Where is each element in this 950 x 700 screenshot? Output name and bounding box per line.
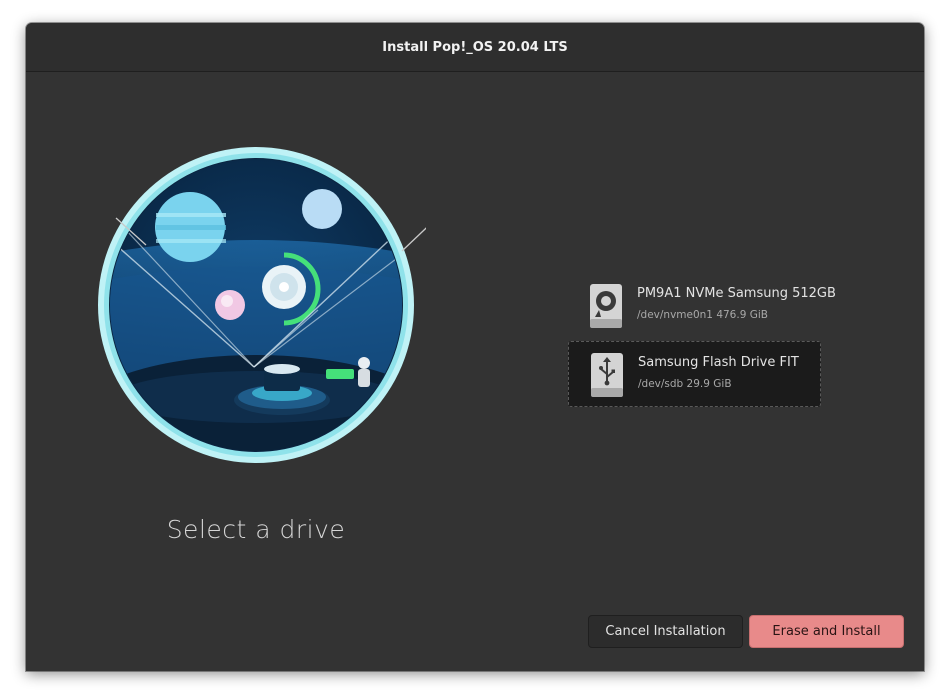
space-observatory-illustration xyxy=(86,135,426,475)
cancel-installation-button[interactable]: Cancel Installation xyxy=(588,615,743,648)
hard-drive-icon xyxy=(589,283,623,329)
drive-details: /dev/nvme0n1 476.9 GiB xyxy=(637,309,768,321)
drive-option-usb[interactable]: Samsung Flash Drive FIT /dev/sdb 29.9 Gi… xyxy=(568,341,821,407)
drive-details: /dev/sdb 29.9 GiB xyxy=(638,378,732,390)
select-drive-heading: Select a drive xyxy=(166,515,346,544)
window-title: Install Pop!_OS 20.04 LTS xyxy=(382,39,568,55)
drive-name: Samsung Flash Drive FIT xyxy=(638,355,799,370)
title-bar[interactable]: Install Pop!_OS 20.04 LTS xyxy=(26,23,924,72)
usb-drive-icon xyxy=(590,352,624,398)
erase-and-install-button[interactable]: Erase and Install xyxy=(749,615,904,648)
drive-option-nvme[interactable]: PM9A1 NVMe Samsung 512GB /dev/nvme0n1 47… xyxy=(568,273,836,339)
installer-window: Install Pop!_OS 20.04 LTS Select a drive… xyxy=(26,23,924,671)
drive-name: PM9A1 NVMe Samsung 512GB xyxy=(637,286,836,301)
